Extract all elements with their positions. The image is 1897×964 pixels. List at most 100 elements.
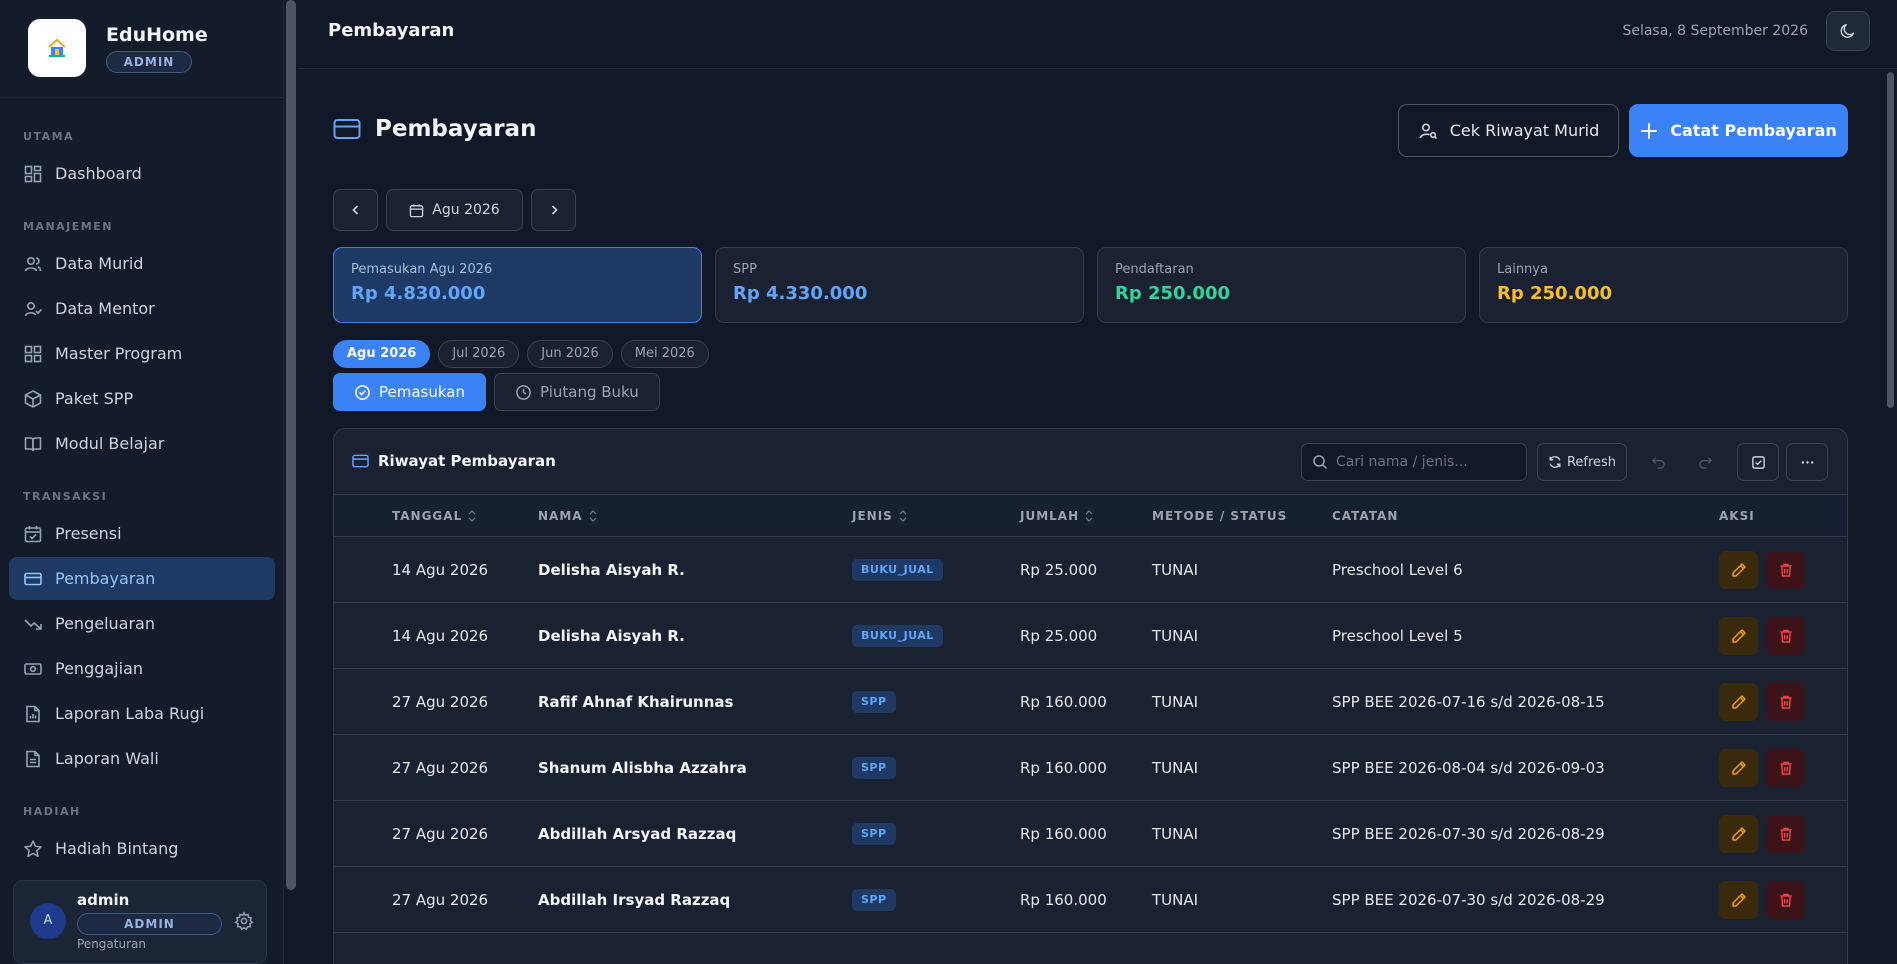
table-body: 14 Agu 2026 Delisha Aisyah R. BUKU_JUAL … bbox=[334, 537, 1847, 933]
sidebar-item-penggajian[interactable]: Penggajian bbox=[9, 647, 275, 690]
sidebar: EduHome ADMIN UTAMA Dashboard MANAJEMEN … bbox=[0, 0, 284, 964]
stat-card-total-income[interactable]: Pemasukan Agu 2026 Rp 4.830.000 bbox=[333, 247, 702, 323]
section-manajemen: MANAJEMEN bbox=[23, 220, 113, 233]
sidebar-item-master-program[interactable]: Master Program bbox=[9, 332, 275, 375]
delete-button[interactable] bbox=[1766, 551, 1805, 589]
type-badge: SPP bbox=[852, 889, 896, 911]
avatar: A bbox=[30, 903, 66, 939]
sort-icon bbox=[1085, 510, 1093, 522]
credit-card-icon bbox=[352, 454, 369, 468]
sidebar-item-laporan-wali[interactable]: Laporan Wali bbox=[9, 737, 275, 780]
table-row[interactable]: 27 Agu 2026 Rafif Ahnaf Khairunnas SPP R… bbox=[334, 669, 1847, 735]
sidebar-item-label: Master Program bbox=[55, 344, 183, 363]
card-title: Riwayat Pembayaran bbox=[352, 452, 556, 470]
column-header-date[interactable]: TANGGAL bbox=[392, 509, 476, 523]
tab-label: Piutang Buku bbox=[540, 383, 639, 401]
select-mode-button[interactable] bbox=[1737, 443, 1779, 481]
cell-date: 27 Agu 2026 bbox=[392, 825, 489, 843]
table-row[interactable]: 27 Agu 2026 Abdillah Arsyad Razzaq SPP R… bbox=[334, 801, 1847, 867]
tab-piutang-buku[interactable]: Piutang Buku bbox=[494, 373, 660, 411]
search-input[interactable] bbox=[1336, 454, 1516, 470]
stat-card-spp[interactable]: SPP Rp 4.330.000 bbox=[715, 247, 1084, 323]
edit-button[interactable] bbox=[1719, 551, 1758, 589]
more-options-button[interactable] bbox=[1786, 443, 1828, 481]
delete-button[interactable] bbox=[1766, 683, 1805, 721]
next-month-button[interactable] bbox=[531, 189, 576, 231]
sidebar-item-dashboard[interactable]: Dashboard bbox=[9, 152, 275, 195]
sidebar-item-presensi[interactable]: Presensi bbox=[9, 512, 275, 555]
prev-month-button[interactable] bbox=[333, 189, 378, 231]
stat-card-registration[interactable]: Pendaftaran Rp 250.000 bbox=[1097, 247, 1466, 323]
table-row[interactable]: 27 Agu 2026 Abdillah Irsyad Razzaq SPP R… bbox=[334, 867, 1847, 933]
refresh-button[interactable]: Refresh bbox=[1537, 443, 1627, 481]
user-name: admin bbox=[77, 891, 130, 909]
column-header-name[interactable]: NAMA bbox=[538, 509, 597, 523]
stat-card-other[interactable]: Lainnya Rp 250.000 bbox=[1479, 247, 1848, 323]
edit-button[interactable] bbox=[1719, 881, 1758, 919]
cell-name: Abdillah Irsyad Razzaq bbox=[538, 891, 731, 909]
theme-toggle-button[interactable] bbox=[1826, 11, 1870, 51]
delete-button[interactable] bbox=[1766, 749, 1805, 787]
stat-label: Pemasukan Agu 2026 bbox=[351, 262, 493, 277]
edit-button[interactable] bbox=[1719, 815, 1758, 853]
record-payment-button[interactable]: Catat Pembayaran bbox=[1629, 104, 1848, 157]
edit-button[interactable] bbox=[1719, 617, 1758, 655]
column-header-amount[interactable]: JUMLAH bbox=[1020, 509, 1093, 523]
refresh-icon bbox=[1549, 456, 1561, 468]
type-badge: BUKU_JUAL bbox=[852, 625, 943, 647]
sidebar-item-laporan-laba-rugi[interactable]: Laporan Laba Rugi bbox=[9, 692, 275, 735]
cell-name: Rafif Ahnaf Khairunnas bbox=[538, 693, 734, 711]
sidebar-item-data-mentor[interactable]: Data Mentor bbox=[9, 287, 275, 330]
page-header: Pembayaran bbox=[333, 116, 536, 142]
sidebar-item-pembayaran[interactable]: Pembayaran bbox=[9, 557, 275, 600]
month-picker[interactable]: Agu 2026 bbox=[386, 189, 523, 231]
user-card[interactable]: A admin ADMIN Pengaturan bbox=[13, 880, 267, 964]
search-box[interactable] bbox=[1301, 443, 1527, 481]
month-chip[interactable]: Mei 2026 bbox=[620, 340, 709, 368]
table-row[interactable]: 27 Agu 2026 Shanum Alisbha Azzahra SPP R… bbox=[334, 735, 1847, 801]
user-settings-label: Pengaturan bbox=[77, 937, 146, 951]
trash-icon bbox=[1780, 761, 1791, 775]
redo-button[interactable] bbox=[1684, 443, 1726, 481]
check-student-history-button[interactable]: Cek Riwayat Murid bbox=[1398, 104, 1619, 157]
sidebar-item-modul-belajar[interactable]: Modul Belajar bbox=[9, 422, 275, 465]
column-header-type[interactable]: JENIS bbox=[852, 509, 907, 523]
cell-note: SPP BEE 2026-08-04 s/d 2026-09-03 bbox=[1332, 759, 1605, 777]
sidebar-item-pengeluaran[interactable]: Pengeluaran bbox=[9, 602, 275, 645]
section-transaksi: TRANSAKSI bbox=[23, 490, 108, 503]
month-chip[interactable]: Jul 2026 bbox=[438, 340, 520, 368]
table-row[interactable]: 14 Agu 2026 Delisha Aisyah R. BUKU_JUAL … bbox=[334, 603, 1847, 669]
table-header: TANGGAL NAMA JENIS JUMLAH METODE / STATU… bbox=[334, 495, 1847, 537]
pencil-icon bbox=[1731, 827, 1746, 841]
delete-button[interactable] bbox=[1766, 881, 1805, 919]
banknote-icon bbox=[24, 662, 42, 675]
header-label: JENIS bbox=[852, 509, 893, 523]
header-label: NAMA bbox=[538, 509, 583, 523]
moon-icon bbox=[1840, 23, 1855, 38]
payment-history-card: Riwayat Pembayaran Refresh TANGGAL NAMA bbox=[333, 428, 1848, 964]
month-chips: Agu 2026 Jul 2026 Jun 2026 Mei 2026 bbox=[333, 340, 717, 368]
brand[interactable]: EduHome ADMIN bbox=[28, 19, 208, 77]
sidebar-item-hadiah-bintang[interactable]: Hadiah Bintang bbox=[9, 827, 275, 870]
sidebar-item-label: Hadiah Bintang bbox=[55, 839, 179, 858]
delete-button[interactable] bbox=[1766, 815, 1805, 853]
sidebar-scrollbar[interactable] bbox=[286, 0, 296, 890]
cell-method: TUNAI bbox=[1152, 693, 1199, 711]
tab-label: Pemasukan bbox=[379, 383, 465, 401]
main-scrollbar[interactable] bbox=[1887, 72, 1894, 408]
month-chip[interactable]: Jun 2026 bbox=[527, 340, 613, 368]
table-row[interactable]: 14 Agu 2026 Delisha Aisyah R. BUKU_JUAL … bbox=[334, 537, 1847, 603]
card-title-text: Riwayat Pembayaran bbox=[378, 452, 556, 470]
calendar-icon bbox=[410, 203, 424, 217]
month-chip[interactable]: Agu 2026 bbox=[333, 340, 431, 368]
edit-button[interactable] bbox=[1719, 683, 1758, 721]
edit-button[interactable] bbox=[1719, 749, 1758, 787]
sidebar-item-label: Presensi bbox=[55, 524, 122, 543]
pencil-icon bbox=[1731, 893, 1746, 907]
undo-button[interactable] bbox=[1637, 443, 1679, 481]
gear-icon[interactable] bbox=[234, 911, 254, 931]
delete-button[interactable] bbox=[1766, 617, 1805, 655]
sidebar-item-paket-spp[interactable]: Paket SPP bbox=[9, 377, 275, 420]
tab-pemasukan[interactable]: Pemasukan bbox=[333, 373, 486, 411]
sidebar-item-data-murid[interactable]: Data Murid bbox=[9, 242, 275, 285]
